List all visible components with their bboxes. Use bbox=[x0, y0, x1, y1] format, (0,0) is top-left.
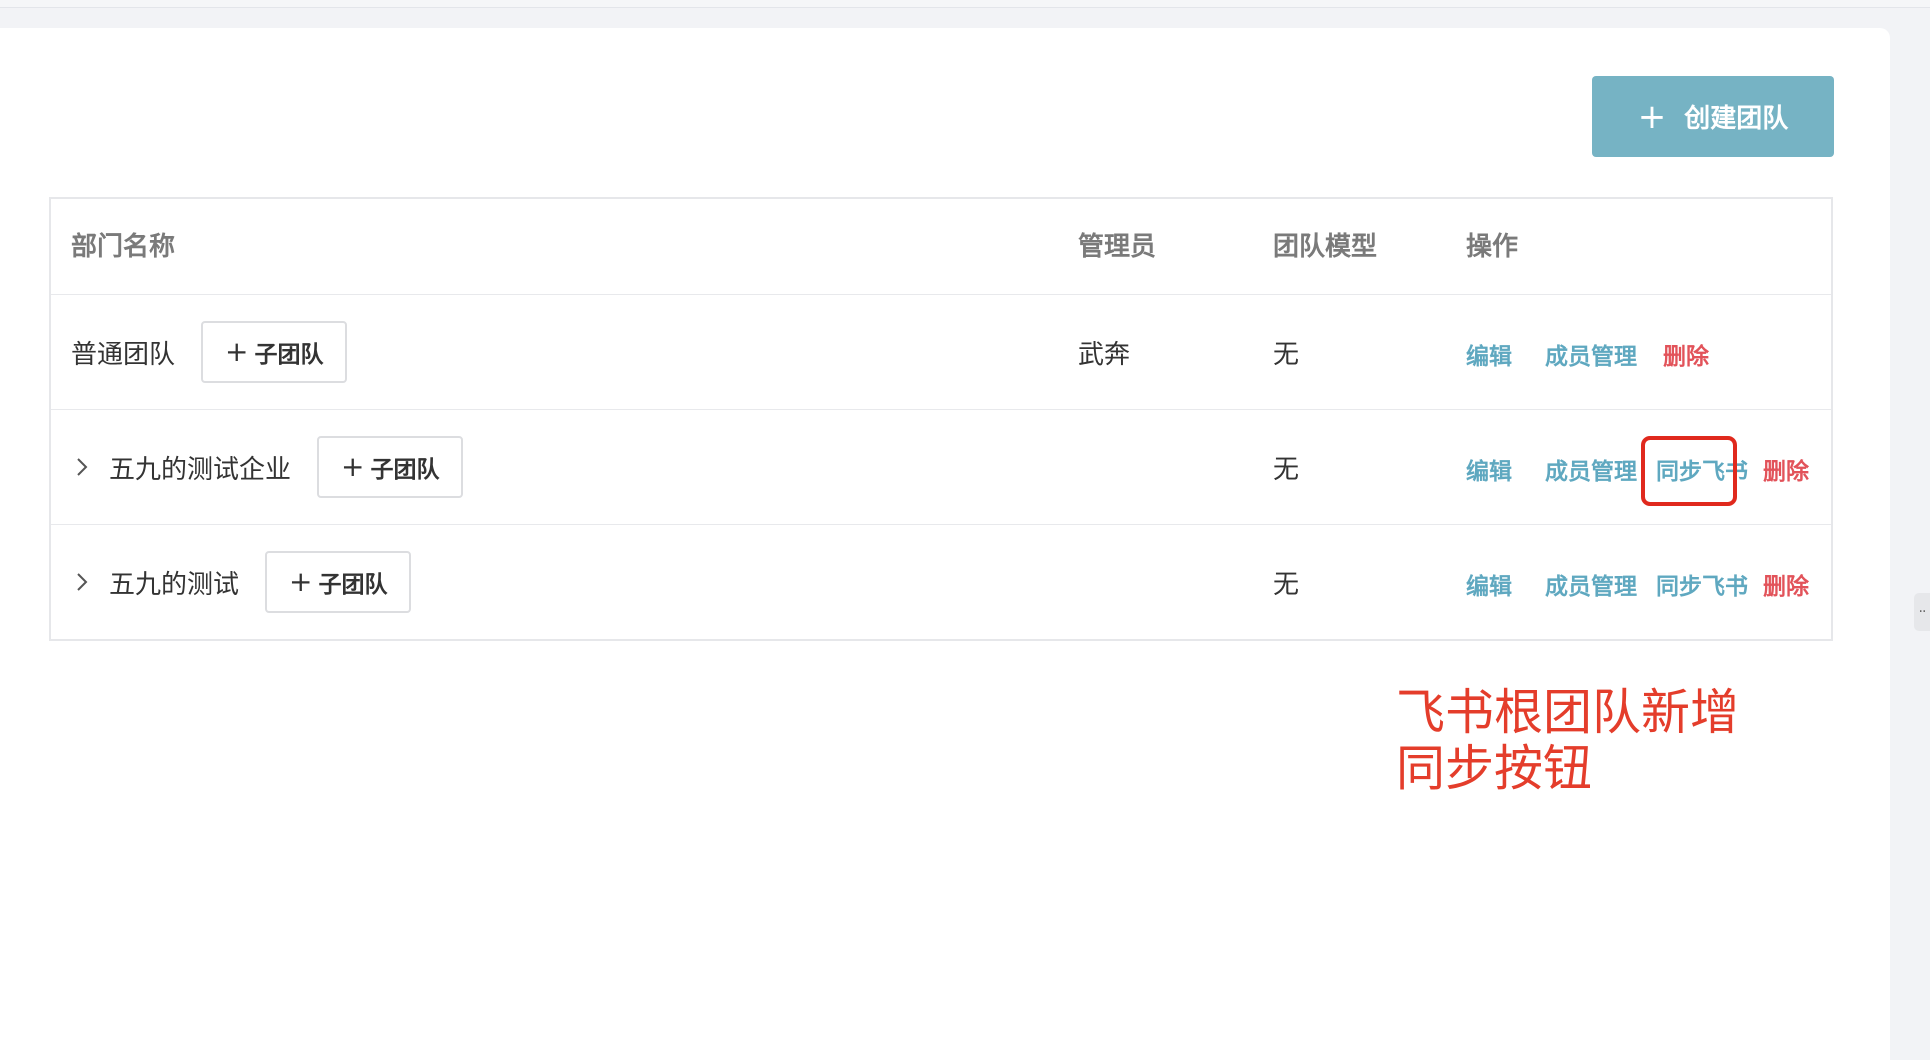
sync-feishu-link[interactable]: 同步飞书 bbox=[1656, 567, 1748, 601]
plus-icon: + bbox=[289, 565, 313, 598]
team-table: 部门名称 管理员 团队模型 操作 普通团队 + 子团队 武奔 无 编辑 成员管理… bbox=[49, 197, 1833, 641]
table-header: 部门名称 管理员 团队模型 操作 bbox=[51, 199, 1831, 295]
create-team-label: 创建团队 bbox=[1684, 104, 1789, 134]
plus-icon: + bbox=[341, 450, 365, 483]
edit-link[interactable]: 编辑 bbox=[1466, 452, 1512, 486]
team-name: 五九的测试 bbox=[109, 569, 240, 600]
sync-feishu-link[interactable]: 同步飞书 bbox=[1656, 452, 1748, 486]
team-name: 五九的测试企业 bbox=[109, 454, 292, 485]
team-name: 普通团队 bbox=[71, 339, 176, 370]
name-cell: 五九的测试 + 子团队 bbox=[71, 525, 412, 639]
header-ops: 操作 bbox=[1466, 232, 1519, 262]
right-gutter bbox=[1890, 28, 1930, 1060]
model-cell: 无 bbox=[1273, 569, 1300, 600]
top-bar bbox=[0, 0, 1930, 8]
model-cell: 无 bbox=[1273, 454, 1300, 485]
table-row: 普通团队 + 子团队 武奔 无 编辑 成员管理 删除 bbox=[51, 295, 1831, 410]
member-management-link[interactable]: 成员管理 bbox=[1545, 452, 1637, 486]
name-cell: 五九的测试企业 + 子团队 bbox=[71, 410, 464, 524]
model-cell: 无 bbox=[1273, 339, 1300, 370]
add-sub-team-button[interactable]: + 子团队 bbox=[317, 436, 464, 498]
delete-link[interactable]: 删除 bbox=[1763, 567, 1809, 601]
edit-link[interactable]: 编辑 bbox=[1466, 567, 1512, 601]
add-sub-team-label: 子团队 bbox=[370, 457, 440, 483]
member-management-link[interactable]: 成员管理 bbox=[1545, 337, 1637, 371]
plus-icon: + bbox=[1637, 96, 1667, 137]
plus-icon: + bbox=[225, 335, 249, 368]
chevron-right-icon[interactable] bbox=[71, 452, 93, 482]
add-sub-team-label: 子团队 bbox=[254, 342, 324, 368]
add-sub-team-label: 子团队 bbox=[318, 572, 388, 598]
table-row: 五九的测试企业 + 子团队 无 编辑 成员管理 同步飞书 删除 bbox=[51, 410, 1831, 525]
table-row: 五九的测试 + 子团队 无 编辑 成员管理 同步飞书 删除 bbox=[51, 525, 1831, 641]
delete-link[interactable]: 删除 bbox=[1663, 337, 1709, 371]
header-model: 团队模型 bbox=[1273, 232, 1378, 262]
admin-cell: 武奔 bbox=[1078, 339, 1131, 370]
header-name: 部门名称 bbox=[71, 232, 176, 262]
header-admin: 管理员 bbox=[1078, 232, 1157, 262]
name-cell: 普通团队 + 子团队 bbox=[71, 295, 348, 409]
delete-link[interactable]: 删除 bbox=[1763, 452, 1809, 486]
annotation-line-2: 同步按钮 bbox=[1396, 740, 1593, 797]
add-sub-team-button[interactable]: + 子团队 bbox=[265, 551, 412, 613]
annotation-note: 飞书根团队新增 同步按钮 bbox=[1396, 685, 1739, 797]
create-team-button[interactable]: + 创建团队 bbox=[1592, 76, 1834, 157]
annotation-line-1: 飞书根团队新增 bbox=[1396, 684, 1740, 741]
add-sub-team-button[interactable]: + 子团队 bbox=[201, 321, 348, 383]
edit-link[interactable]: 编辑 bbox=[1466, 337, 1512, 371]
chevron-right-icon[interactable] bbox=[71, 567, 93, 597]
panel-collapse-handle[interactable]: ·· bbox=[1914, 593, 1930, 631]
member-management-link[interactable]: 成员管理 bbox=[1545, 567, 1637, 601]
